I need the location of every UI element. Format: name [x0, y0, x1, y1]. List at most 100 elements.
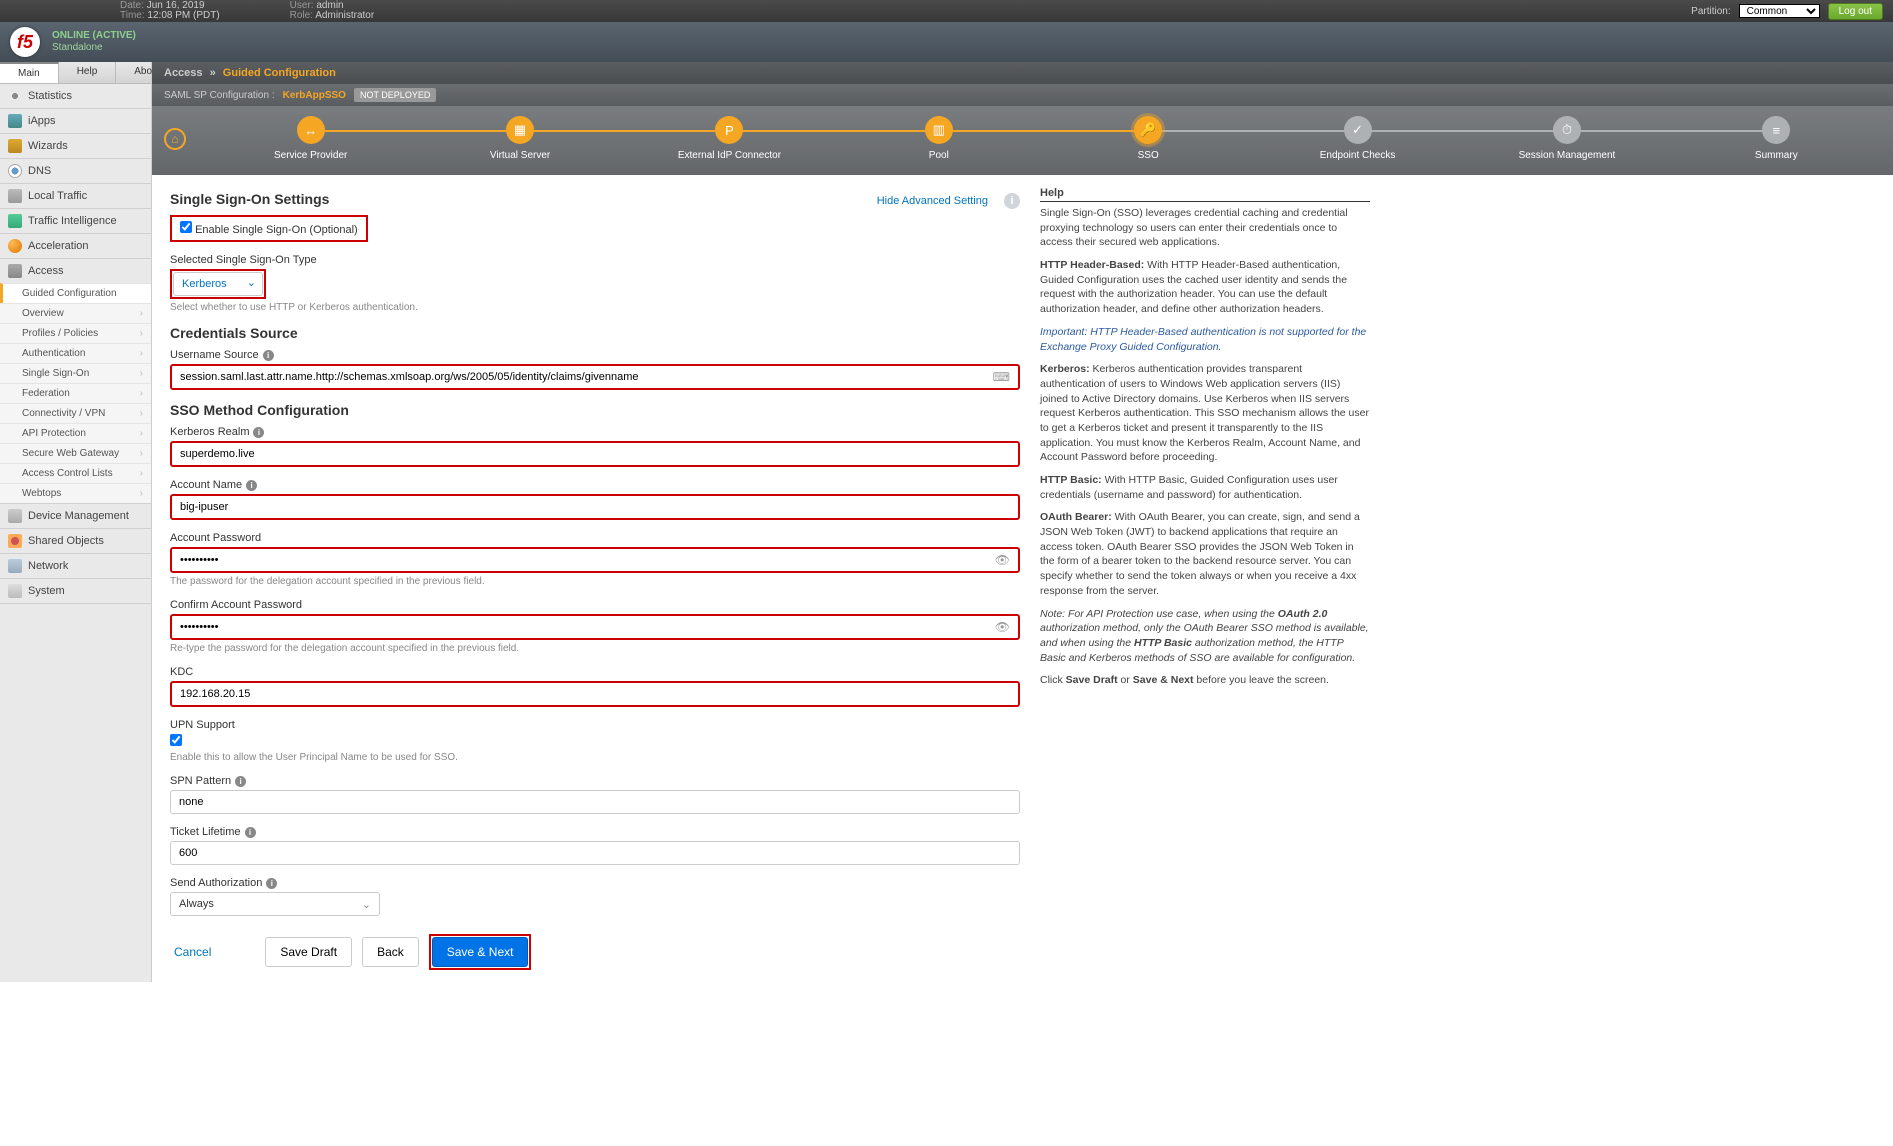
account-name-label: Account Name [170, 479, 242, 491]
upn-support-checkbox[interactable] [170, 734, 182, 746]
subnav-acl[interactable]: Access Control Lists› [0, 463, 151, 483]
breadcrumb-root[interactable]: Access [164, 67, 203, 79]
brand-bar: ONLINE (ACTIVE) Standalone [0, 22, 1893, 62]
kerberos-realm-label: Kerberos Realm [170, 426, 249, 438]
subnav-api-protection[interactable]: API Protection› [0, 423, 151, 443]
key-icon: 🔑 [1134, 116, 1162, 144]
nav-iapps[interactable]: iApps [0, 109, 151, 133]
nav-local-traffic[interactable]: Local Traffic [0, 184, 151, 208]
send-auth-select[interactable]: Always [170, 892, 380, 916]
kerberos-realm-input[interactable] [170, 441, 1020, 467]
info-icon[interactable]: i [263, 350, 274, 361]
cancel-button[interactable]: Cancel [170, 939, 215, 965]
username-source-label: Username Source [170, 349, 259, 361]
step-session-mgmt[interactable]: ⏱ Session Management [1462, 116, 1671, 161]
config-name: KerbAppSSO [283, 90, 346, 101]
step-sso[interactable]: 🔑 SSO [1044, 116, 1253, 161]
confirm-password-hint: Re-type the password for the delegation … [170, 643, 1020, 654]
stats-icon [8, 89, 22, 103]
back-button[interactable]: Back [362, 937, 419, 967]
nav-network[interactable]: Network [0, 554, 151, 578]
stepper-home-icon[interactable] [164, 128, 186, 150]
chevron-right-icon: › [140, 308, 143, 319]
nav-dns[interactable]: DNS [0, 159, 151, 183]
help-p1: Single Sign-On (SSO) leverages credentia… [1040, 206, 1370, 250]
step-service-provider[interactable]: ↔ Service Provider [206, 116, 415, 161]
tab-help[interactable]: Help [59, 62, 117, 83]
step-summary[interactable]: ≡ Summary [1672, 116, 1881, 161]
save-draft-button[interactable]: Save Draft [265, 937, 352, 967]
info-icon[interactable]: i [266, 878, 277, 889]
breadcrumb: Access » Guided Configuration [152, 62, 1893, 84]
subnav-webtops[interactable]: Webtops› [0, 483, 151, 503]
step-idp-connector[interactable]: P External IdP Connector [625, 116, 834, 161]
info-icon[interactable]: i [235, 776, 246, 787]
online-status: ONLINE (ACTIVE) [52, 30, 136, 42]
subnav-profiles[interactable]: Profiles / Policies› [0, 323, 151, 343]
connector-icon: P [715, 116, 743, 144]
pool-icon: ▥ [925, 116, 953, 144]
eye-icon[interactable]: 👁 [995, 620, 1010, 634]
subnav-swg[interactable]: Secure Web Gateway› [0, 443, 151, 463]
spn-pattern-input[interactable] [170, 790, 1020, 814]
confirm-password-label: Confirm Account Password [170, 599, 302, 611]
step-pool[interactable]: ▥ Pool [834, 116, 1043, 161]
chevron-right-icon: › [140, 448, 143, 459]
accel-icon [8, 239, 22, 253]
chevron-right-icon: › [140, 348, 143, 359]
save-next-button[interactable]: Save & Next [432, 937, 529, 967]
enable-sso-checkbox[interactable] [180, 221, 192, 233]
keyboard-icon[interactable]: ⌨ [993, 370, 1010, 384]
nav-wizards[interactable]: Wizards [0, 134, 151, 158]
enable-sso-label[interactable]: Enable Single Sign-On (Optional) [180, 224, 358, 236]
share-icon: ↔ [297, 116, 325, 144]
ti-icon [8, 214, 22, 228]
eye-icon[interactable]: 👁 [995, 553, 1010, 567]
step-endpoint-checks[interactable]: ✓ Endpoint Checks [1253, 116, 1462, 161]
nav-device-mgmt[interactable]: Device Management [0, 504, 151, 528]
subnav-federation[interactable]: Federation› [0, 383, 151, 403]
clock-icon: ⏱ [1553, 116, 1581, 144]
info-icon[interactable]: i [1004, 193, 1020, 209]
nav-system[interactable]: System [0, 579, 151, 603]
wizards-icon [8, 139, 22, 153]
breadcrumb-current: Guided Configuration [223, 67, 336, 79]
nav-shared-objects[interactable]: Shared Objects [0, 529, 151, 553]
time-label: Time: [120, 10, 145, 21]
traffic-icon [8, 189, 22, 203]
subnav-sso[interactable]: Single Sign-On› [0, 363, 151, 383]
account-password-hint: The password for the delegation account … [170, 576, 1020, 587]
account-password-label: Account Password [170, 532, 261, 544]
ticket-lifetime-input[interactable] [170, 841, 1020, 865]
partition-select[interactable]: Common [1739, 4, 1820, 18]
logout-button[interactable]: Log out [1828, 3, 1883, 20]
nav-access[interactable]: Access [0, 259, 151, 283]
nav-statistics[interactable]: Statistics [0, 84, 151, 108]
sso-type-select[interactable]: Kerberos [173, 272, 263, 296]
confirm-password-input[interactable] [170, 614, 1020, 640]
send-auth-label: Send Authorization [170, 877, 262, 889]
upn-support-label: UPN Support [170, 719, 235, 731]
account-password-input[interactable] [170, 547, 1020, 573]
info-icon[interactable]: i [253, 427, 264, 438]
chevron-right-icon: › [140, 368, 143, 379]
nav-acceleration[interactable]: Acceleration [0, 234, 151, 258]
subnav-guided-config[interactable]: Guided Configuration [0, 283, 151, 303]
info-icon[interactable]: i [245, 827, 256, 838]
username-source-input[interactable] [170, 364, 1020, 390]
config-subheader: SAML SP Configuration : KerbAppSSO NOT D… [152, 84, 1893, 106]
kdc-input[interactable] [170, 681, 1020, 707]
hide-advanced-link[interactable]: Hide Advanced Setting [877, 195, 988, 207]
chevron-right-icon: › [140, 388, 143, 399]
subnav-overview[interactable]: Overview› [0, 303, 151, 323]
step-virtual-server[interactable]: ▦ Virtual Server [415, 116, 624, 161]
workflow-stepper: ↔ Service Provider ▦ Virtual Server P Ex… [152, 106, 1893, 175]
info-icon[interactable]: i [246, 480, 257, 491]
account-name-input[interactable] [170, 494, 1020, 520]
nav-traffic-intel[interactable]: Traffic Intelligence [0, 209, 151, 233]
help-note1: Important: HTTP Header-Based authenticat… [1040, 325, 1370, 354]
sso-settings-title: Single Sign-On Settings [170, 191, 329, 207]
subnav-authentication[interactable]: Authentication› [0, 343, 151, 363]
tab-main[interactable]: Main [0, 62, 59, 83]
subnav-connectivity[interactable]: Connectivity / VPN› [0, 403, 151, 423]
